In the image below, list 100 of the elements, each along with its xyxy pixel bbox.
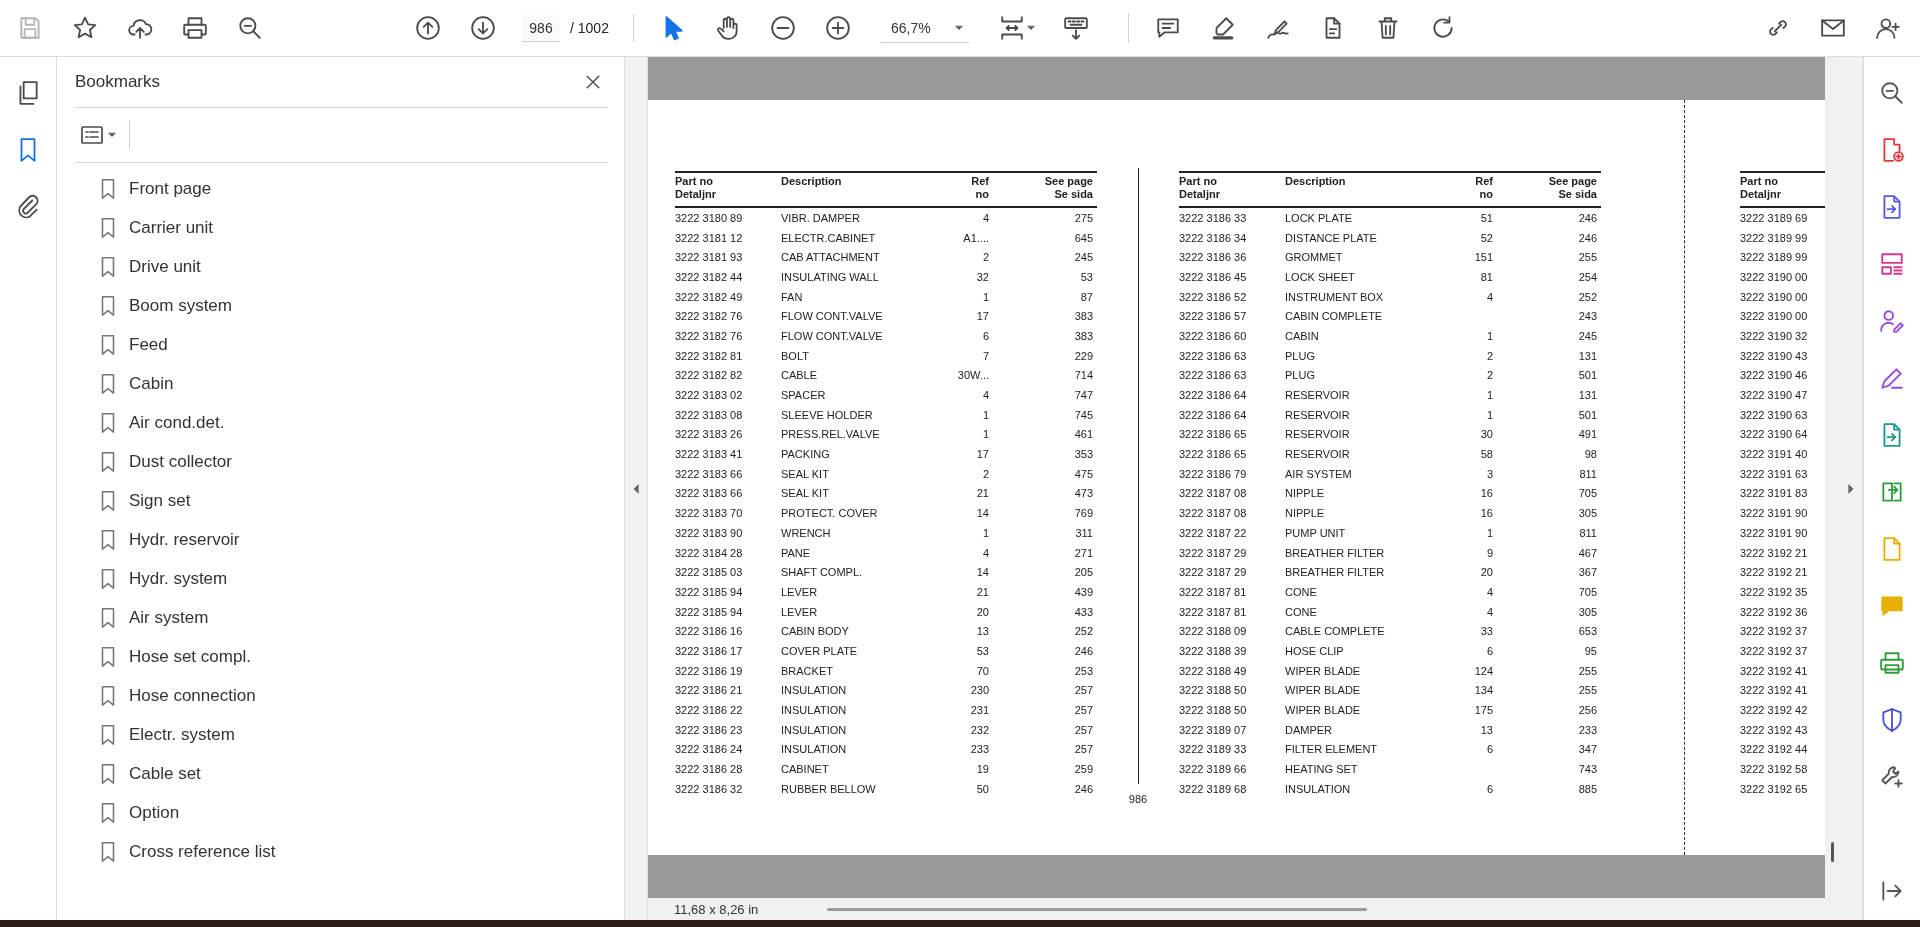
table-cell-text: 17 [975,310,989,323]
table-cell-text: 271 [1073,546,1093,559]
table-cell-text: HEATING SET [1285,763,1359,776]
person-add-icon [1874,15,1901,41]
table-cell-text: 3222 3192 37 [1740,625,1809,638]
table-cell-text: 3222 3183 08 [675,408,744,421]
table-cell-text: 255 [1577,664,1597,677]
table-cell-text: BREATHER FILTER [1285,566,1386,579]
paperclip-icon [15,194,41,220]
panel-title: Bookmarks [75,72,161,92]
table-cell-text: SPACER [781,389,827,402]
table-cell-text: 3222 3192 65 [1740,782,1809,795]
table-cell-text: 3222 3187 81 [1179,605,1248,618]
zoom-field[interactable]: 66,7% [880,13,969,43]
table-cell-text: 19 [975,763,989,776]
table-cell-text: 743 [1577,763,1597,776]
table-cell-text: 1 [981,428,989,441]
table-cell-text: 885 [1577,782,1597,795]
table-cell-text: 229 [1073,349,1093,362]
column-header: Description [781,175,843,188]
table-cell-text: 6 [1485,782,1493,795]
table-cell-text: 255 [1577,684,1597,697]
table-cell-text: 246 [1073,644,1093,657]
bookmark-item[interactable]: Boom system [129,295,232,316]
table-cell-text: CABIN BODY [781,625,850,638]
table-cell-text: 705 [1577,585,1597,598]
bookmark-item[interactable]: Hose connection [129,685,256,706]
bookmark-item[interactable]: Dust collector [129,451,232,472]
page-number: 986 [1128,793,1148,805]
bookmark-item[interactable]: Hose set compl. [129,646,251,667]
table-cell-text: 254 [1577,270,1597,283]
table-cell-text: 134 [1473,684,1493,697]
bookmark-item[interactable]: Cross reference list [129,841,276,862]
table-cell-text: 3222 3186 21 [675,684,744,697]
page-number-field[interactable]: 986 [522,14,560,42]
scrollbar[interactable] [1825,57,1840,920]
table-cell-text: 3222 3189 99 [1740,251,1809,264]
bookmark-item[interactable]: Sign set [129,490,191,511]
table-cell-text: 246 [1073,782,1093,795]
table-cell-text: INSULATION [781,723,848,736]
table-cell-text: 3222 3187 29 [1179,566,1248,579]
table-cell-text: 245 [1073,251,1093,264]
table-cell-text: 9 [1485,546,1493,559]
table-cell-text: 231 [969,704,989,717]
bookmark-item[interactable]: Drive unit [129,256,201,277]
highlighter-icon [1210,15,1237,41]
bookmark-item[interactable]: Front page [129,178,212,199]
table-cell-text: 3222 3186 33 [1179,211,1248,224]
table-cell-text: PUMP UNIT [1285,526,1347,539]
printer-icon [1879,649,1905,676]
table-cell-text: 3222 3185 03 [675,566,744,579]
table-cell-text: COVER PLATE [781,644,859,657]
table-cell-text: 3222 3186 16 [675,625,744,638]
table-cell-text: 3222 3190 43 [1740,349,1809,362]
bookmark-item[interactable]: Electr. system [129,724,235,745]
table-cell-text: 3222 3186 63 [1179,349,1248,362]
bookmark-item[interactable]: Hydr. system [129,568,228,589]
column-header: Ref no [1474,175,1493,201]
bookmark-item[interactable]: Hydr. reservoir [129,529,240,550]
bookmark-item[interactable]: Cabin [129,373,174,394]
table-cell-text: 645 [1073,231,1093,244]
horizontal-scrollbar[interactable] [827,907,1367,911]
column-header: Description [1285,175,1347,188]
table-cell-text: 7 [981,349,989,362]
table-cell-text: 205 [1073,566,1093,579]
table-cell-text: 3222 3186 17 [675,644,744,657]
table-cell-text: 255 [1577,251,1597,264]
table-cell-text: 3222 3182 49 [675,290,744,303]
table-cell-text: 17 [975,448,989,461]
printer-icon [181,15,208,41]
table-cell-text: SEAL KIT [781,467,830,480]
table-cell-text: PLUG [1285,349,1316,362]
wrench-icon [1879,763,1905,790]
bookmark-item[interactable]: Feed [129,334,168,355]
table-cell-text: 3222 3185 94 [675,585,744,598]
table-cell-text: LEVER [781,585,819,598]
bookmark-item[interactable]: Option [129,802,180,823]
bookmark-item[interactable]: Air cond.det. [129,412,225,433]
table-cell-text: SEAL KIT [781,487,830,500]
table-cell-text: 467 [1577,546,1597,559]
table-cell-text: WIPER BLADE [1285,704,1362,717]
table-cell-text: LEVER [781,605,819,618]
table-cell-text: INSULATING WALL [781,270,880,283]
table-cell-text: 769 [1073,507,1093,520]
table-cell-text: 3222 3192 41 [1740,684,1809,697]
table-cell-text: 3222 3183 90 [675,526,744,539]
table-cell-text: 3222 3188 09 [1179,625,1248,638]
table-cell-text: 353 [1073,448,1093,461]
bookmark-item[interactable]: Cable set [129,763,201,784]
table-cell-text: 811 [1578,467,1597,480]
table-cell-text: 3222 3187 08 [1179,487,1248,500]
bookmark-item[interactable]: Air system [129,607,209,628]
table-cell-text: 3222 3182 44 [675,270,744,283]
table-cell-text: WRENCH [781,526,832,539]
table-cell-text: 245 [1577,329,1597,342]
arrow-down-icon [469,15,496,41]
table-cell-text: 2 [1485,349,1493,362]
table-cell-text: LOCK SHEET [1285,270,1356,283]
bookmark-item[interactable]: Carrier unit [129,217,214,238]
table-cell-text: 3222 3188 50 [1179,704,1248,717]
